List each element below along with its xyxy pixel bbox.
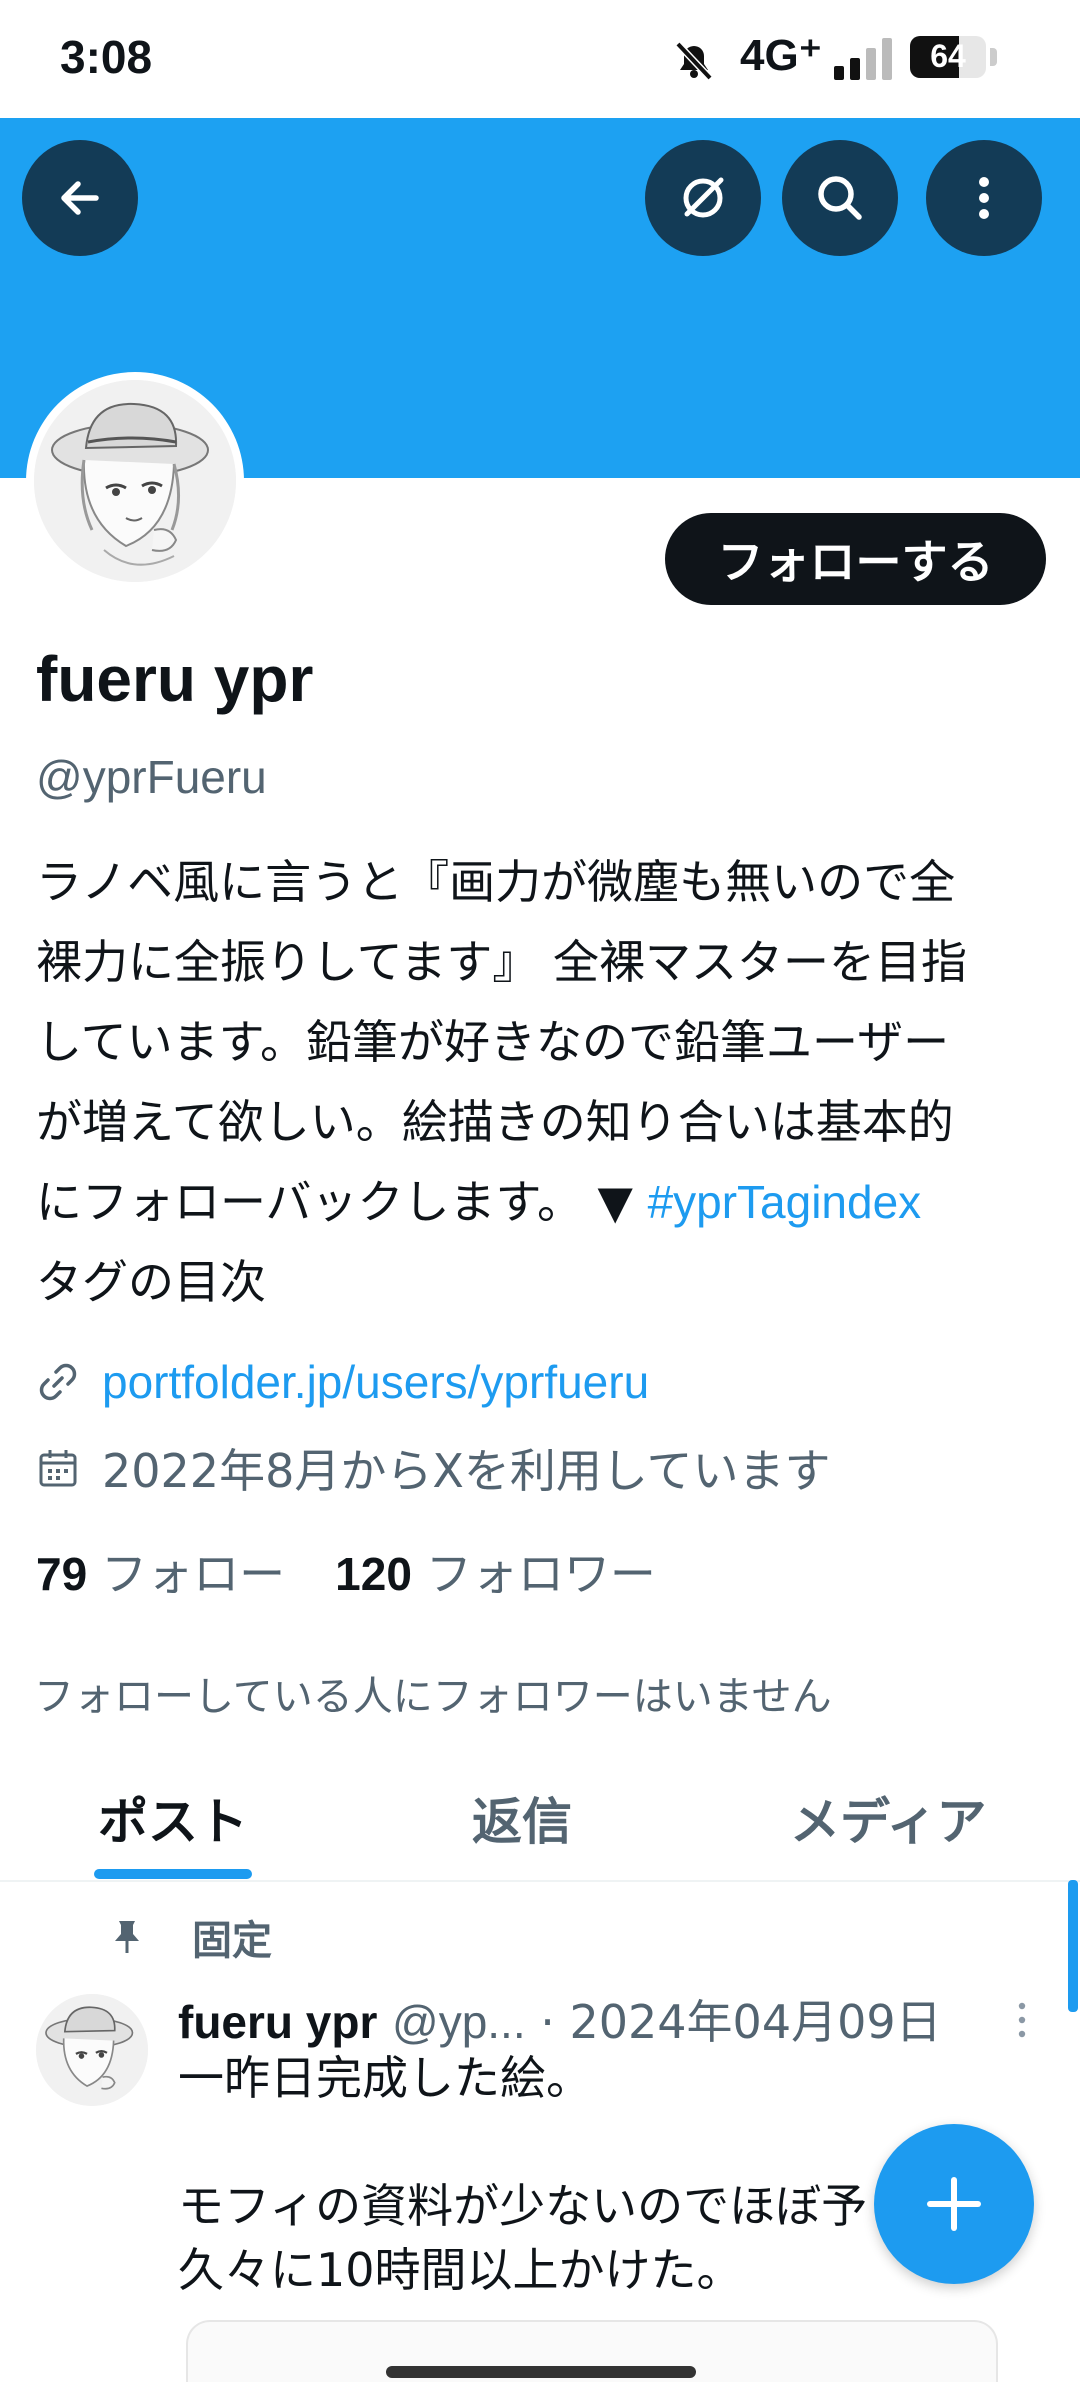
calendar-icon xyxy=(39,1450,77,1487)
followers-count: 120 xyxy=(335,1548,412,1600)
following-count: 79 xyxy=(36,1548,88,1600)
network-type: 4G⁺ xyxy=(740,31,822,80)
link-icon xyxy=(39,1363,77,1401)
post-line xyxy=(178,2110,998,2174)
post-author-handle[interactable]: @yp... xyxy=(392,1996,526,2048)
followers-link[interactable]: 120 フォロワー xyxy=(335,1538,656,1604)
post-body[interactable]: 一昨日完成した絵。 モフィの資料が少ないのでほぼ予 久々に10時間以上かけた。 xyxy=(178,2046,998,2302)
followers-label: フォロワー xyxy=(425,1547,656,1601)
avatar-sketch xyxy=(34,380,236,582)
avatar-sketch xyxy=(36,1994,148,2106)
profile-handle: @yprFueru xyxy=(36,751,267,803)
more-vertical-icon[interactable] xyxy=(1012,2000,1032,2040)
post-date[interactable]: · 2024年04月09日 xyxy=(540,1995,941,2049)
battery-icon: 64 xyxy=(910,36,1000,78)
status-time: 3:08 xyxy=(60,31,153,83)
battery-level: 64 xyxy=(930,38,966,74)
compose-button[interactable] xyxy=(874,2124,1034,2284)
post-avatar[interactable] xyxy=(36,1994,148,2106)
more-options-button[interactable] xyxy=(926,140,1042,256)
plus-icon xyxy=(927,2177,981,2231)
bio-line: 裸力に全振りしてます』 全裸マスターを目指 xyxy=(36,935,967,989)
search-button[interactable] xyxy=(782,140,898,256)
bio-line: が増えて欲しい。絵描きの知り合いは基本的 xyxy=(36,1095,954,1149)
profile-bio: ラノベ風に言うと『画力が微塵も無いので全 裸力に全振りしてます』 全裸マスターを… xyxy=(36,842,1046,1322)
mutual-followers-note: フォローしている人にフォロワーはいません xyxy=(34,1674,832,1720)
tab-replies[interactable]: 返信 xyxy=(472,1782,572,1854)
follow-counts: 79 フォロー 120 フォロワー xyxy=(36,1538,706,1604)
bio-line: ラノベ風に言うと『画力が微塵も無いので全 xyxy=(36,855,956,909)
pinned-indicator: 固定 xyxy=(108,1908,272,1966)
pin-icon xyxy=(115,1921,139,1953)
following-link[interactable]: 79 フォロー xyxy=(36,1538,285,1604)
grok-button[interactable] xyxy=(645,140,761,256)
post-header: fueru ypr @yp... · 2024年04月09日 xyxy=(178,1986,942,2052)
post-author-name[interactable]: fueru ypr xyxy=(178,1996,377,2048)
post-line: 久々に10時間以上かけた。 xyxy=(178,2243,743,2297)
profile-avatar[interactable] xyxy=(26,372,244,590)
search-icon xyxy=(818,176,862,220)
bio-line: しています。鉛筆が好きなので鉛筆ユーザー xyxy=(36,1015,950,1069)
status-bar: 3:08 4G⁺ 64 xyxy=(0,0,1080,118)
bio-line: タグの目次 xyxy=(36,1255,266,1309)
following-label: フォロー xyxy=(101,1547,286,1601)
website-row: portfolder.jp/users/yprfueru xyxy=(36,1352,649,1412)
grok-icon xyxy=(683,177,724,218)
bio-text: にフォローバックします。 ▼ xyxy=(36,1175,648,1229)
more-vertical-icon xyxy=(979,177,989,219)
arrow-left-icon xyxy=(61,181,99,215)
bell-muted-icon xyxy=(675,41,713,81)
joined-date: 2022年8月からXを利用しています xyxy=(102,1444,831,1498)
bio-line: にフォローバックします。 ▼ #yprTagindex xyxy=(36,1162,1046,1242)
profile-tabs: ポスト 返信 メディア xyxy=(0,1740,1080,1882)
tab-media[interactable]: メディア xyxy=(790,1782,987,1854)
post-line: 一昨日完成した絵。 xyxy=(178,2051,592,2105)
home-indicator[interactable] xyxy=(386,2366,696,2378)
website-link[interactable]: portfolder.jp/users/yprfueru xyxy=(102,1355,649,1409)
pinned-label: 固定 xyxy=(192,1918,272,1964)
hashtag-link[interactable]: #yprTagindex xyxy=(648,1176,922,1228)
tab-posts[interactable]: ポスト xyxy=(98,1782,248,1854)
active-tab-indicator xyxy=(94,1869,252,1879)
back-button[interactable] xyxy=(22,140,138,256)
follow-button[interactable]: フォローする xyxy=(665,513,1046,605)
profile-name: fueru ypr xyxy=(36,643,314,715)
joined-row: 2022年8月からXを利用しています xyxy=(36,1438,830,1498)
signal-icon xyxy=(834,38,892,80)
scrollbar[interactable] xyxy=(1068,1880,1078,2012)
